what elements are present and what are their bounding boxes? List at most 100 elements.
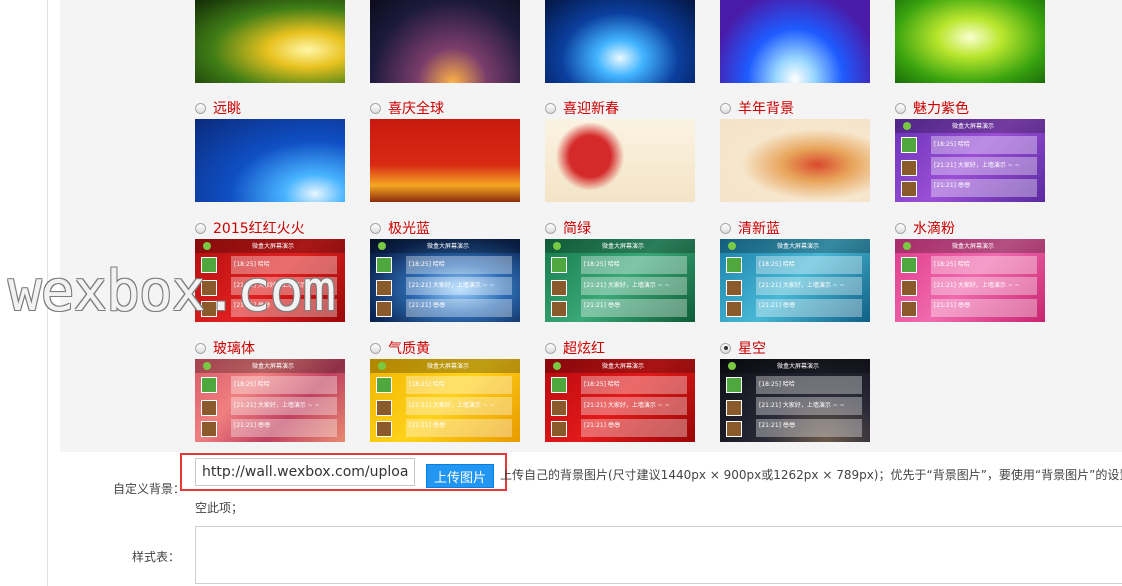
bg-thumb-chaoxuanhong[interactable]: 微盒大屏幕演示 [18:25] 哈哈 [21:21] 大家好，上墙演示 ~ ~ … <box>545 359 695 442</box>
bg-thumb-shuidifen[interactable]: 微盒大屏幕演示 [18:25] 哈哈 [21:21] 大家好，上墙演示 ~ ~ … <box>895 239 1045 322</box>
bg-option-label: 魅力紫色 <box>913 101 969 117</box>
custom-bg-hint-continued: 空此项； <box>195 501 244 515</box>
bg-radio-xingkong[interactable] <box>720 342 731 354</box>
stylesheet-textarea[interactable] <box>195 526 1122 584</box>
mock-header: 微盒大屏幕演示 <box>195 239 345 253</box>
bg-thumb-qingxinlan[interactable]: 微盒大屏幕演示 [18:25] 哈哈 [21:21] 大家好，上墙演示 ~ ~ … <box>720 239 870 322</box>
bg-option-jiguanglan[interactable]: 极光蓝 <box>370 218 430 238</box>
custom-bg-url-input[interactable] <box>195 458 415 486</box>
logo-icon <box>553 362 561 370</box>
bg-thumb-top-1[interactable] <box>195 0 345 83</box>
mock-message-text: [18:25] 哈哈 <box>934 261 970 268</box>
bg-thumb-bolidi[interactable]: 微盒大屏幕演示 [18:25] 哈哈 [21:21] 大家好，上墙演示 ~ ~ … <box>195 359 345 442</box>
mock-message: [21:21] 😎😎 <box>581 299 687 317</box>
bg-option-shuidifen[interactable]: 水滴粉 <box>895 218 955 238</box>
mock-message-text: [21:21] 大家好，上墙演示 ~ ~ <box>934 162 1020 169</box>
logo-icon <box>728 362 736 370</box>
mock-message-text: [21:21] 大家好，上墙演示 ~ ~ <box>409 402 495 409</box>
bg-radio-honghonghuohuo[interactable] <box>195 222 206 234</box>
bg-radio-yangnianbeijing[interactable] <box>720 102 731 114</box>
mock-title: 微盒大屏幕演示 <box>427 243 470 250</box>
mock-message: [21:21] 大家好，上墙演示 ~ ~ <box>581 397 687 415</box>
bg-thumb-xingkong[interactable]: 微盒大屏幕演示 [18:25] 哈哈 [21:21] 大家好，上墙演示 ~ ~ … <box>720 359 870 442</box>
mock-message: [18:25] 哈哈 <box>406 376 512 394</box>
mock-message-text: [21:21] 😎😎 <box>759 422 796 429</box>
bg-thumb-yuantiao[interactable] <box>195 119 345 202</box>
mock-message: [21:21] 😎😎 <box>406 419 512 437</box>
mock-header: 微盒大屏幕演示 <box>720 239 870 253</box>
bg-radio-yuantiao[interactable] <box>195 102 206 114</box>
avatar <box>901 137 917 153</box>
mock-title: 微盒大屏幕演示 <box>777 243 820 250</box>
bg-option-label: 星空 <box>738 341 766 357</box>
bg-option-xingkong[interactable]: 星空 <box>720 338 766 358</box>
logo-icon <box>203 242 211 250</box>
bg-option-label: 喜庆全球 <box>388 101 444 117</box>
bg-option-chaoxuanhong[interactable]: 超炫红 <box>545 338 605 358</box>
bg-option-yuantiao[interactable]: 远眺 <box>195 98 241 118</box>
avatar <box>201 377 217 393</box>
mock-title: 微盒大屏幕演示 <box>952 243 995 250</box>
bg-option-yangnianbeijing[interactable]: 羊年背景 <box>720 98 794 118</box>
bg-radio-chaoxuanhong[interactable] <box>545 342 556 354</box>
mock-header: 微盒大屏幕演示 <box>720 359 870 373</box>
bg-thumb-jiguanglan[interactable]: 微盒大屏幕演示 [18:25] 哈哈 [21:21] 大家好，上墙演示 ~ ~ … <box>370 239 520 322</box>
mock-message-text: [18:25] 哈哈 <box>234 381 270 388</box>
bg-option-honghonghuohuo[interactable]: 2015红红火火 <box>195 218 305 238</box>
mock-message-text: [18:25] 哈哈 <box>409 381 445 388</box>
bg-radio-xiqingquanqiu[interactable] <box>370 102 381 114</box>
avatar <box>901 160 917 176</box>
bg-thumb-qizhihuang[interactable]: 微盒大屏幕演示 [18:25] 哈哈 [21:21] 大家好，上墙演示 ~ ~ … <box>370 359 520 442</box>
avatar <box>726 400 742 416</box>
mock-message: [21:21] 😎😎 <box>756 299 862 317</box>
bg-thumb-yangnianbeijing[interactable] <box>720 119 870 202</box>
mock-message: [21:21] 大家好，上墙演示 ~ ~ <box>231 397 337 415</box>
mock-header: 微盒大屏幕演示 <box>195 359 345 373</box>
bg-thumb-top-5[interactable] <box>895 0 1045 83</box>
bg-thumb-meilizise[interactable]: 微盒大屏幕演示 [18:25] 哈哈 [21:21] 大家好，上墙演示 ~ ~ … <box>895 119 1045 202</box>
mock-message: [18:25] 哈哈 <box>931 136 1037 154</box>
mock-message-text: [18:25] 哈哈 <box>409 261 445 268</box>
avatar <box>376 400 392 416</box>
bg-radio-meilizise[interactable] <box>895 102 906 114</box>
mock-message: [21:21] 大家好，上墙演示 ~ ~ <box>931 157 1037 175</box>
mock-message: [21:21] 大家好，上墙演示 ~ ~ <box>756 277 862 295</box>
bg-option-meilizise[interactable]: 魅力紫色 <box>895 98 969 118</box>
bg-option-jianlv[interactable]: 简绿 <box>545 218 591 238</box>
bg-radio-jianlv[interactable] <box>545 222 556 234</box>
upload-image-button[interactable]: 上传图片 <box>426 464 494 488</box>
mock-message-text: [21:21] 😎😎 <box>934 302 971 309</box>
logo-icon <box>203 362 211 370</box>
mock-header: 微盒大屏幕演示 <box>545 359 695 373</box>
mock-message-text: [18:25] 哈哈 <box>934 141 970 148</box>
bg-option-xiqingquanqiu[interactable]: 喜庆全球 <box>370 98 444 118</box>
logo-icon <box>553 242 561 250</box>
avatar <box>376 280 392 296</box>
bg-thumb-jianlv[interactable]: 微盒大屏幕演示 [18:25] 哈哈 [21:21] 大家好，上墙演示 ~ ~ … <box>545 239 695 322</box>
logo-icon <box>378 362 386 370</box>
custom-bg-label: 自定义背景： <box>112 482 185 496</box>
logo-icon <box>728 242 736 250</box>
bg-option-label: 清新蓝 <box>738 221 780 237</box>
bg-thumb-top-3[interactable] <box>545 0 695 83</box>
bg-radio-shuidifen[interactable] <box>895 222 906 234</box>
bg-option-xiyingxinchun[interactable]: 喜迎新春 <box>545 98 619 118</box>
bg-option-bolidi[interactable]: 玻璃体 <box>195 338 255 358</box>
bg-radio-xiyingxinchun[interactable] <box>545 102 556 114</box>
bg-option-qizhihuang[interactable]: 气质黄 <box>370 338 430 358</box>
mock-title: 微盒大屏幕演示 <box>777 363 820 370</box>
mock-header: 微盒大屏幕演示 <box>370 359 520 373</box>
bg-thumb-top-4[interactable] <box>720 0 870 83</box>
bg-thumb-top-2[interactable] <box>370 0 520 83</box>
avatar <box>376 257 392 273</box>
avatar <box>376 301 392 317</box>
bg-option-qingxinlan[interactable]: 清新蓝 <box>720 218 780 238</box>
bg-radio-jiguanglan[interactable] <box>370 222 381 234</box>
bg-option-label: 简绿 <box>563 221 591 237</box>
bg-radio-bolidi[interactable] <box>195 342 206 354</box>
bg-thumb-xiqingquanqiu[interactable] <box>370 119 520 202</box>
avatar <box>376 421 392 437</box>
bg-thumb-xiyingxinchun[interactable] <box>545 119 695 202</box>
bg-radio-qizhihuang[interactable] <box>370 342 381 354</box>
bg-radio-qingxinlan[interactable] <box>720 222 731 234</box>
